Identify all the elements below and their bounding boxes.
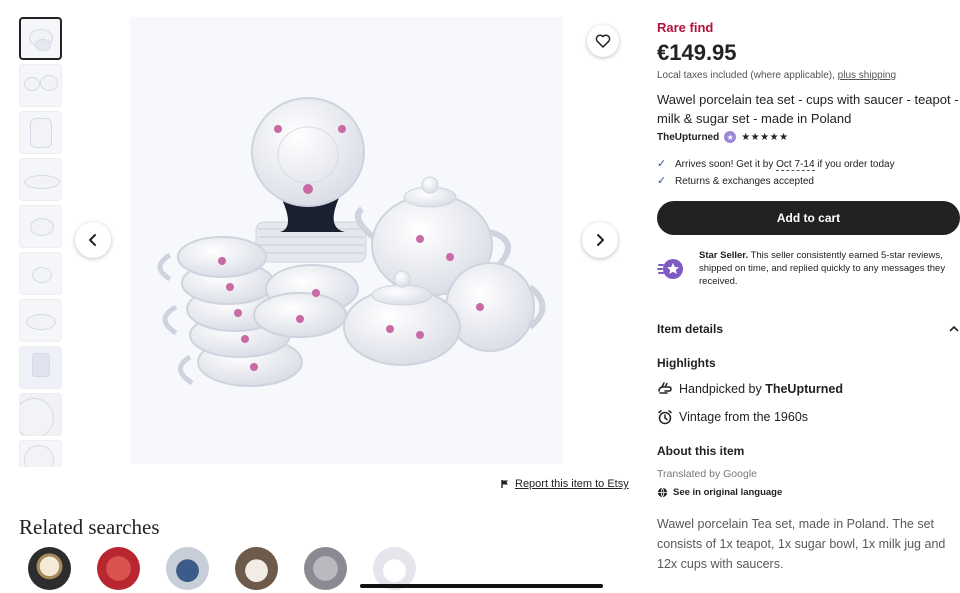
shipping-info: ✓ Arrives soon! Get it by Oct 7-14 if yo… xyxy=(657,156,895,190)
highlights-heading: Highlights xyxy=(657,356,716,370)
returns-row: ✓ Returns & exchanges accepted xyxy=(657,173,895,190)
taxes-note: Local taxes included (where applicable),… xyxy=(657,70,896,81)
see-original-label: See in original language xyxy=(673,487,783,498)
item-details-toggle[interactable]: Item details xyxy=(657,322,960,336)
vintage-text: Vintage from the 1960s xyxy=(679,410,809,424)
home-indicator xyxy=(360,584,603,588)
add-to-cart-button[interactable]: Add to cart xyxy=(657,201,960,235)
check-icon: ✓ xyxy=(657,158,667,170)
chevron-left-icon xyxy=(89,234,96,246)
tea-set-photo xyxy=(130,17,563,464)
star-seller-info: Star Seller. This seller consistently ea… xyxy=(657,249,960,288)
rating-stars[interactable]: ★★★★★ xyxy=(741,132,788,143)
price: €149.95 xyxy=(657,40,737,65)
hand-icon xyxy=(658,382,672,394)
thumbnail-8[interactable] xyxy=(19,346,62,389)
taxes-text: Local taxes included (where applicable), xyxy=(657,70,835,81)
arrives-prefix: Arrives soon! Get it by xyxy=(675,159,774,170)
related-search-3[interactable] xyxy=(166,547,209,590)
star-seller-description: Star Seller. This seller consistently ea… xyxy=(699,249,960,288)
listing-title: Wawel porcelain tea set - cups with sauc… xyxy=(657,92,959,126)
globe-icon xyxy=(657,487,668,498)
related-search-1[interactable] xyxy=(28,547,71,590)
related-search-2[interactable] xyxy=(97,547,140,590)
related-search-4[interactable] xyxy=(235,547,278,590)
highlight-handpicked: Handpicked by TheUpturned xyxy=(657,381,843,397)
thumbnail-7[interactable] xyxy=(19,299,62,342)
rare-find-badge: Rare find xyxy=(657,20,714,35)
handpicked-shop[interactable]: TheUpturned xyxy=(765,382,843,396)
arrival-date[interactable]: Oct 7-14 xyxy=(776,159,815,171)
arrives-suffix: if you order today xyxy=(817,159,895,170)
shop-name-link[interactable]: TheUpturned xyxy=(657,132,719,143)
thumbnail-9[interactable] xyxy=(19,393,62,436)
check-icon: ✓ xyxy=(657,175,667,187)
heart-icon xyxy=(595,34,611,48)
chevron-right-icon xyxy=(597,234,604,246)
thumbnail-4[interactable] xyxy=(19,158,62,201)
highlight-vintage: Vintage from the 1960s xyxy=(657,409,808,425)
related-searches-title: Related searches xyxy=(19,515,160,539)
shop-row: TheUpturned ★ ★★★★★ xyxy=(657,131,789,143)
related-search-5[interactable] xyxy=(304,547,347,590)
thumbnail-6[interactable] xyxy=(19,252,62,295)
report-item-link[interactable]: Report this item to Etsy xyxy=(500,478,629,490)
thumbnail-2[interactable] xyxy=(19,64,62,107)
previous-image-button[interactable] xyxy=(75,222,111,258)
thumbnail-5[interactable] xyxy=(19,205,62,248)
about-heading: About this item xyxy=(657,444,745,458)
favorite-button[interactable] xyxy=(587,25,619,57)
arrival-row: ✓ Arrives soon! Get it by Oct 7-14 if yo… xyxy=(657,156,895,173)
thumbnail-strip xyxy=(19,17,63,467)
star-seller-label: Star Seller. xyxy=(699,250,749,261)
thumbnail-1[interactable] xyxy=(19,17,62,60)
main-product-image[interactable] xyxy=(130,17,563,464)
report-item-label: Report this item to Etsy xyxy=(515,478,629,490)
alarm-clock-icon xyxy=(658,410,672,425)
next-image-button[interactable] xyxy=(582,222,618,258)
flag-icon xyxy=(501,480,508,488)
thumbnail-3[interactable] xyxy=(19,111,62,154)
star-seller-icon xyxy=(657,259,683,279)
chevron-down-icon xyxy=(949,326,959,332)
shipping-link[interactable]: plus shipping xyxy=(838,70,896,81)
star-seller-badge-icon: ★ xyxy=(724,131,737,143)
translated-by: Translated by Google xyxy=(657,468,758,480)
thumbnail-10[interactable] xyxy=(19,440,62,467)
handpicked-prefix: Handpicked by xyxy=(679,382,762,396)
see-original-language-link[interactable]: See in original language xyxy=(657,487,782,498)
related-searches-list xyxy=(28,547,416,590)
item-description: Wawel porcelain Tea set, made in Poland.… xyxy=(657,517,946,571)
item-details-label: Item details xyxy=(657,322,724,336)
returns-text: Returns & exchanges accepted xyxy=(675,176,814,187)
